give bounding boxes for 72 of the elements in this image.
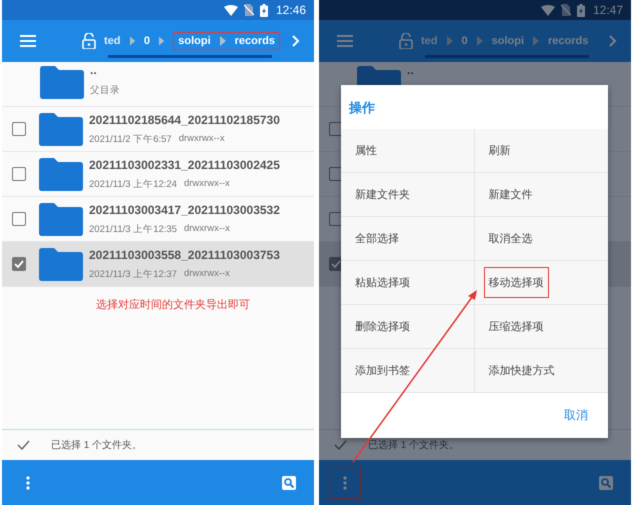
checkbox[interactable] bbox=[12, 122, 26, 136]
action-item[interactable]: 全部选择 bbox=[350, 223, 404, 254]
modified-date: 2021/11/3 上午12:37 bbox=[89, 268, 177, 280]
checkbox[interactable] bbox=[12, 167, 26, 181]
separator-icon bbox=[158, 36, 164, 46]
action-item[interactable]: 属性 bbox=[350, 135, 382, 166]
folder-caption: 父目录 bbox=[90, 84, 120, 97]
chevron-right-icon[interactable] bbox=[609, 35, 617, 47]
action-item[interactable]: 粘贴选择项 bbox=[350, 267, 415, 298]
annotation-note: 选择对应时间的文件夹导出即可 bbox=[95, 298, 251, 312]
no-sim-icon bbox=[560, 4, 571, 16]
permissions: drwxrwx--x bbox=[178, 132, 225, 146]
battery-icon bbox=[576, 4, 585, 16]
folder-icon bbox=[357, 66, 401, 85]
modified-date: 2021/11/2 下午6:57 bbox=[89, 132, 172, 146]
action-item[interactable]: 取消全选 bbox=[484, 223, 538, 254]
separator-icon bbox=[533, 36, 540, 46]
folder-name: 20211103002331_20211103002425 bbox=[89, 158, 280, 172]
check-icon[interactable] bbox=[17, 440, 30, 450]
permissions: drwxrwx--x bbox=[184, 222, 230, 236]
checkbox[interactable] bbox=[12, 212, 26, 226]
folder-name: .. bbox=[407, 64, 414, 76]
unlocked-lock-icon[interactable] bbox=[82, 33, 96, 49]
permissions: drwxrwx--x bbox=[184, 268, 230, 280]
separator-icon bbox=[476, 36, 483, 46]
breadcrumb-item[interactable]: solopi bbox=[178, 35, 211, 47]
search-icon[interactable] bbox=[282, 476, 296, 490]
breadcrumb-item[interactable]: records bbox=[234, 35, 275, 47]
clock-time: 12:46 bbox=[276, 3, 306, 17]
folder-name: 20211103003417_20211103003532 bbox=[89, 202, 280, 216]
action-item[interactable]: 添加快捷方式 bbox=[484, 355, 560, 386]
separator-icon bbox=[220, 36, 226, 46]
more-vertical-icon bbox=[26, 476, 30, 490]
folder-icon bbox=[39, 112, 83, 146]
no-sim-icon bbox=[244, 4, 254, 16]
check-icon[interactable] bbox=[334, 440, 347, 450]
folder-name: .. bbox=[90, 64, 98, 76]
separator-icon bbox=[130, 36, 135, 46]
chevron-right-icon[interactable] bbox=[292, 35, 300, 47]
unlocked-lock-icon[interactable] bbox=[399, 33, 413, 49]
folder-icon bbox=[39, 158, 83, 190]
folder-name: 20211103003558_20211103003753 bbox=[89, 248, 280, 262]
folder-icon bbox=[39, 248, 83, 280]
action-item[interactable]: 删除选择项 bbox=[350, 311, 415, 342]
action-item[interactable]: 新建文件夹 bbox=[350, 179, 415, 210]
wifi-icon bbox=[224, 4, 238, 16]
menu-icon[interactable] bbox=[337, 35, 353, 47]
folder-icon bbox=[39, 202, 83, 236]
menu-icon[interactable] bbox=[20, 35, 36, 47]
permissions: drwxrwx--x bbox=[184, 178, 230, 190]
modified-date: 2021/11/3 上午12:35 bbox=[89, 222, 177, 236]
separator-icon bbox=[446, 36, 452, 46]
action-item[interactable]: 移动选择项 bbox=[484, 267, 548, 298]
selection-text: 已选择 1 个文件夹。 bbox=[51, 438, 142, 452]
selection-text: 已选择 1 个文件夹。 bbox=[368, 438, 460, 452]
action-item[interactable]: 刷新 bbox=[484, 135, 516, 166]
action-item[interactable]: 添加到书签 bbox=[350, 355, 415, 386]
more-vertical-icon bbox=[343, 476, 347, 490]
modified-date: 2021/11/3 上午12:24 bbox=[89, 178, 177, 190]
action-item[interactable]: 新建文件 bbox=[484, 179, 538, 210]
search-icon[interactable] bbox=[599, 476, 613, 490]
folder-icon bbox=[40, 66, 84, 99]
clock-time: 12:47 bbox=[592, 3, 623, 17]
folder-name: 20211102185644_20211102185730 bbox=[89, 112, 280, 126]
cancel-button[interactable]: 取消 bbox=[558, 403, 594, 428]
breadcrumb-item[interactable]: 0 bbox=[144, 35, 150, 47]
dialog-title: 操作 bbox=[349, 100, 375, 115]
battery-icon bbox=[260, 4, 268, 16]
checkbox[interactable] bbox=[12, 257, 26, 271]
wifi-icon bbox=[540, 4, 555, 16]
more-options-button[interactable] bbox=[329, 466, 361, 498]
action-item[interactable]: 压缩选择项 bbox=[484, 311, 548, 342]
